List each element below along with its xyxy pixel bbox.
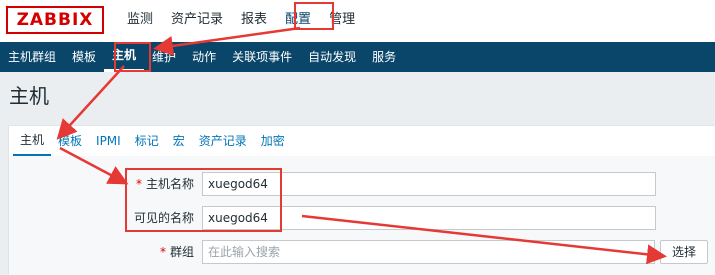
zabbix-logo[interactable]: ZABBIX xyxy=(6,6,104,34)
submenu-host-groups[interactable]: 主机群组 xyxy=(0,42,64,72)
submenu-maintenance[interactable]: 维护 xyxy=(144,42,184,72)
tab-templates[interactable]: 模板 xyxy=(51,126,89,156)
tab-host[interactable]: 主机 xyxy=(13,126,52,156)
sub-menu: 主机群组 模板 主机 维护 动作 关联项事件 自动发现 服务 xyxy=(0,42,715,72)
required-marker: * xyxy=(135,177,142,191)
host-name-input[interactable]: xuegod64 xyxy=(202,172,656,196)
tab-inventory[interactable]: 资产记录 xyxy=(192,126,254,156)
tab-ipmi[interactable]: IPMI xyxy=(89,126,128,156)
groups-search-input[interactable]: 在此输入搜索 xyxy=(202,240,655,264)
top-bar: ZABBIX 监测 资产记录 报表 配置 管理 xyxy=(0,0,715,42)
submenu-discovery[interactable]: 自动发现 xyxy=(300,42,364,72)
visible-name-label: 可见的名称 xyxy=(133,211,194,225)
select-button[interactable]: 选择 xyxy=(660,240,708,264)
required-marker: * xyxy=(159,245,166,259)
menu-configuration[interactable]: 配置 xyxy=(276,0,320,42)
groups-label-text: 群组 xyxy=(169,245,194,259)
tab-macros[interactable]: 宏 xyxy=(166,126,192,156)
host-name-label: * 主机名称 xyxy=(136,172,194,196)
form-tabs: 主机 模板 IPMI 标记 宏 资产记录 加密 xyxy=(9,126,292,156)
menu-administration[interactable]: 管理 xyxy=(320,0,364,42)
page-title: 主机 xyxy=(9,84,49,108)
menu-monitoring[interactable]: 监测 xyxy=(118,0,162,42)
menu-inventory[interactable]: 资产记录 xyxy=(162,0,232,42)
submenu-templates[interactable]: 模板 xyxy=(64,42,104,72)
submenu-hosts[interactable]: 主机 xyxy=(104,42,145,72)
groups-label: * 群组 xyxy=(160,240,194,264)
host-name-label-text: 主机名称 xyxy=(145,177,194,191)
tab-tags[interactable]: 标记 xyxy=(128,126,166,156)
main-menu: 监测 资产记录 报表 配置 管理 xyxy=(118,0,364,42)
submenu-services[interactable]: 服务 xyxy=(364,42,404,72)
visible-name-input[interactable]: xuegod64 xyxy=(202,206,656,230)
submenu-actions[interactable]: 动作 xyxy=(184,42,224,72)
menu-reports[interactable]: 报表 xyxy=(232,0,276,42)
tab-encryption[interactable]: 加密 xyxy=(254,126,292,156)
submenu-event-correlation[interactable]: 关联项事件 xyxy=(224,42,300,72)
